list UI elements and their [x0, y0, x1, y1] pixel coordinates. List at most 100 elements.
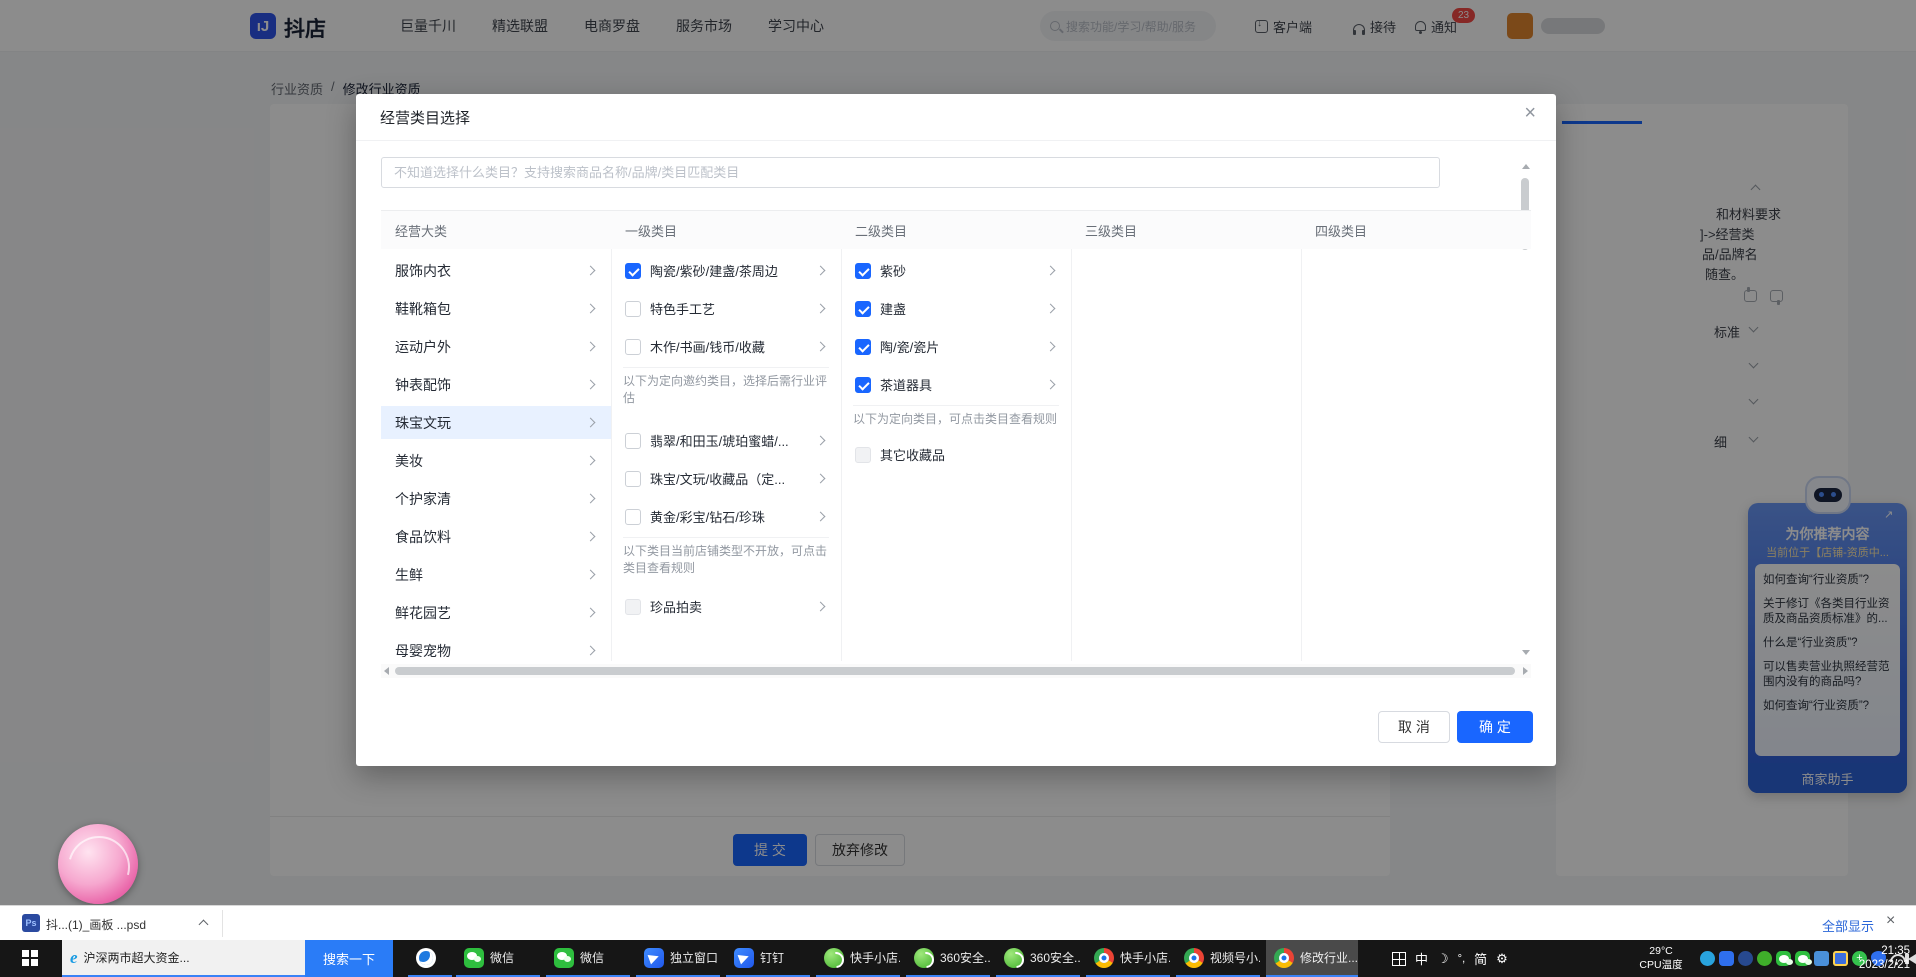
- chevron-right-icon: [816, 266, 826, 276]
- chevron-right-icon: [586, 304, 596, 314]
- show-all-downloads-link[interactable]: 全部显示: [1822, 916, 1874, 935]
- major-category-row[interactable]: 母婴宠物: [381, 634, 611, 667]
- checkbox-unchecked[interactable]: [625, 339, 641, 355]
- cpu-temperature-widget[interactable]: 29°C CPU温度: [1628, 944, 1694, 972]
- checkbox-unchecked[interactable]: [625, 509, 641, 525]
- close-icon[interactable]: ×: [1524, 102, 1536, 125]
- downloaded-file-name[interactable]: 抖...(1)_画板 ...psd: [46, 916, 146, 933]
- chevron-right-icon: [816, 342, 826, 352]
- major-category-row[interactable]: 运动户外: [381, 330, 611, 363]
- level2-category-row[interactable]: 茶道器具: [841, 368, 1071, 401]
- chevron-right-icon: [816, 474, 826, 484]
- browser-360-icon: [1004, 948, 1024, 968]
- ime-grid-icon[interactable]: [1392, 952, 1406, 966]
- taskbar-app-kwai-shop[interactable]: 快手小店...: [816, 940, 900, 977]
- category-search-input[interactable]: [381, 157, 1440, 188]
- level2-category-row[interactable]: 陶/瓷/瓷片: [841, 330, 1071, 363]
- chevron-right-icon: [816, 602, 826, 612]
- ime-settings-gear-icon[interactable]: ⚙: [1496, 951, 1508, 967]
- cancel-button[interactable]: 取 消: [1378, 711, 1450, 743]
- wechat-icon: [554, 948, 574, 968]
- tray-icon-blue-window[interactable]: [1814, 951, 1829, 966]
- horizontal-scrollbar[interactable]: [381, 664, 1531, 678]
- dingtalk-icon: [734, 948, 754, 968]
- checkbox-disabled: [855, 447, 871, 463]
- start-button[interactable]: [22, 950, 38, 966]
- scroll-left-arrow[interactable]: [384, 667, 389, 675]
- clock-widget[interactable]: 21:35 2023/2/21: [1852, 944, 1910, 972]
- major-category-row[interactable]: 鞋靴箱包: [381, 292, 611, 325]
- checkbox-checked[interactable]: [855, 301, 871, 317]
- level1-category-row[interactable]: 珠宝/文玩/收藏品（定...: [611, 462, 841, 495]
- checkbox-unchecked[interactable]: [625, 301, 641, 317]
- level1-category-row-disabled[interactable]: 珍品拍卖: [611, 590, 841, 623]
- major-category-row-selected[interactable]: 珠宝文玩: [381, 406, 611, 439]
- category-select-modal: 经营类目选择 × 经营大类 一级类目 二级类目 三级类目 四级类目 服饰内衣 鞋…: [356, 94, 1556, 766]
- group-divider: [853, 405, 1059, 406]
- modal-title: 经营类目选择: [380, 107, 470, 128]
- taskbar-app-channels[interactable]: 视频号小...: [1176, 940, 1260, 977]
- horizontal-scrollbar-thumb[interactable]: [395, 667, 1515, 675]
- tray-icon-navy[interactable]: [1738, 951, 1753, 966]
- stock-toolbar-task[interactable]: e 沪深两市超大资金...: [62, 940, 305, 977]
- level1-category-row[interactable]: 木作/书画/钱币/收藏: [611, 330, 841, 363]
- major-category-row[interactable]: 服饰内衣: [381, 254, 611, 287]
- level1-category-row[interactable]: 陶瓷/紫砂/建盏/茶周边: [611, 254, 841, 287]
- ad-floating-image[interactable]: [58, 824, 138, 904]
- taskbar-app-360[interactable]: 360安全...: [906, 940, 990, 977]
- major-category-row[interactable]: 生鲜: [381, 558, 611, 591]
- taskbar-search-button[interactable]: 搜索一下: [305, 940, 393, 977]
- confirm-button[interactable]: 确 定: [1457, 711, 1533, 743]
- level1-category-row[interactable]: 黄金/彩宝/钻石/珍珠: [611, 500, 841, 533]
- tray-icon-blue-circle[interactable]: [1700, 951, 1715, 966]
- taskbar-app-window[interactable]: 独立窗口: [636, 940, 720, 977]
- ime-moon-icon[interactable]: ☽: [1437, 951, 1449, 967]
- scroll-right-arrow[interactable]: [1523, 667, 1528, 675]
- taskbar-app-browser[interactable]: [408, 940, 452, 977]
- major-category-row[interactable]: 美妆: [381, 444, 611, 477]
- major-category-row[interactable]: 钟表配饰: [381, 368, 611, 401]
- major-category-row[interactable]: 鲜花园艺: [381, 596, 611, 629]
- tray-wechat-icon[interactable]: [1776, 951, 1791, 966]
- chevron-right-icon: [1046, 266, 1056, 276]
- column-header-level1: 一级类目: [611, 211, 841, 249]
- checkbox-checked[interactable]: [855, 339, 871, 355]
- browser-icon: [416, 948, 436, 968]
- checkbox-unchecked[interactable]: [625, 433, 641, 449]
- ime-language[interactable]: 中: [1415, 949, 1428, 968]
- ime-simplified[interactable]: 简: [1474, 949, 1487, 968]
- closed-note: 以下类目当前店铺类型不开放，可点击类目查看规则: [623, 543, 831, 577]
- tray-icon-blue-app[interactable]: [1719, 951, 1734, 966]
- ie-icon: e: [70, 948, 78, 968]
- level2-category-row-disabled[interactable]: 其它收藏品: [841, 438, 1071, 471]
- chevron-right-icon: [816, 304, 826, 314]
- major-category-row[interactable]: 食品饮料: [381, 520, 611, 553]
- tray-icon-360-safe[interactable]: [1833, 951, 1848, 966]
- tray-wechat-icon[interactable]: [1795, 951, 1810, 966]
- level1-category-row[interactable]: 翡翠/和田玉/琥珀蜜蜡/...: [611, 424, 841, 457]
- taskbar-app-360-2[interactable]: 360安全...: [996, 940, 1080, 977]
- taskbar-app-wechat[interactable]: 微信: [456, 940, 540, 977]
- chevron-right-icon: [586, 418, 596, 428]
- checkbox-checked[interactable]: [855, 377, 871, 393]
- psd-file-icon: Ps: [22, 914, 40, 932]
- level2-category-row[interactable]: 建盏: [841, 292, 1071, 325]
- checkbox-checked[interactable]: [855, 263, 871, 279]
- ime-punctuation[interactable]: °,: [1458, 953, 1465, 965]
- chevron-right-icon: [586, 494, 596, 504]
- close-shelf-icon[interactable]: ×: [1886, 912, 1895, 930]
- tray-icon-green[interactable]: [1757, 951, 1772, 966]
- taskbar-app-dingtalk[interactable]: 钉钉: [726, 940, 810, 977]
- level2-category-row[interactable]: 紫砂: [841, 254, 1071, 287]
- checkbox-unchecked[interactable]: [625, 471, 641, 487]
- major-category-row[interactable]: 个护家清: [381, 482, 611, 515]
- taskbar-app-active-chrome[interactable]: 修改行业...: [1266, 940, 1358, 977]
- ime-tray[interactable]: 中 ☽ °, 简 ⚙: [1392, 940, 1508, 977]
- taskbar-app-wechat-2[interactable]: 微信: [546, 940, 630, 977]
- checkbox-checked[interactable]: [625, 263, 641, 279]
- level1-category-row[interactable]: 特色手工艺: [611, 292, 841, 325]
- taskbar-app-kwai-chrome[interactable]: 快手小店...: [1086, 940, 1170, 977]
- scroll-up-arrow[interactable]: [1522, 164, 1530, 169]
- chevron-right-icon: [1046, 380, 1056, 390]
- file-menu-caret-icon[interactable]: [199, 920, 209, 930]
